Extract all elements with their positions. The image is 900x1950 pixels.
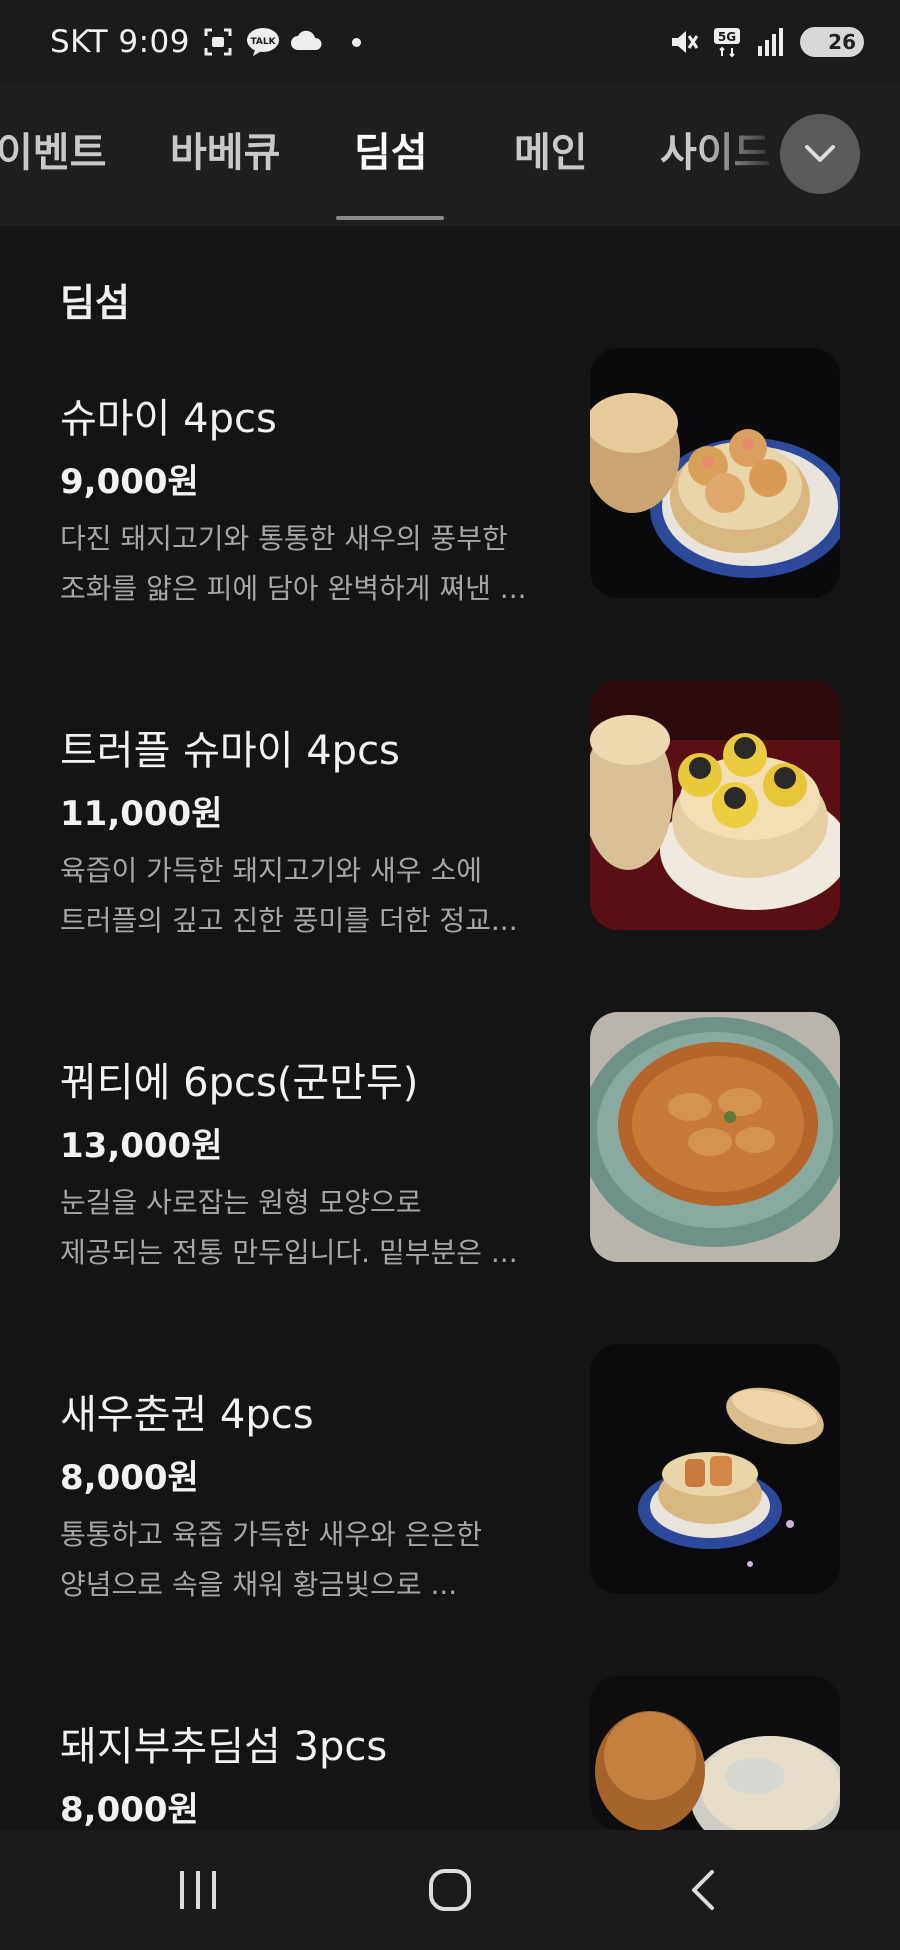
5g-icon: 5G [712, 26, 744, 58]
item-photo [590, 680, 840, 930]
home-button[interactable] [415, 1860, 485, 1920]
item-photo [590, 1676, 840, 1830]
tab-event[interactable]: 이벤트 [0, 120, 106, 178]
active-tab-indicator [336, 216, 444, 220]
cloud-icon [290, 26, 322, 58]
item-name: 새우춘권 4pcs [60, 1392, 314, 1438]
recent-apps-icon [180, 1871, 216, 1909]
item-description: 육즙이 가득한 돼지고기와 새우 소에 트러플의 깊고 진한 풍미를 더한 정교.… [60, 854, 518, 937]
section-title: 딤섬 [60, 281, 130, 325]
item-description: 다진 돼지고기와 통통한 새우의 풍부한 조화를 얇은 피에 담아 완벽하게 쪄낸… [60, 522, 527, 605]
item-name: 슈마이 4pcs [60, 396, 277, 442]
mute-icon [668, 26, 700, 58]
back-icon [692, 1870, 714, 1910]
dot-icon [352, 37, 362, 47]
item-price: 11,000원 [60, 794, 223, 834]
item-price: 8,000원 [60, 1790, 199, 1830]
svg-text:TALK: TALK [250, 37, 276, 47]
category-tab-bar: 이벤트 바베큐 딤섬 메인 사이드 [0, 86, 900, 226]
item-photo [590, 348, 840, 598]
battery-icon: 26 [800, 27, 864, 57]
signal-icon [756, 26, 788, 58]
item-name: 돼지부추딤섬 3pcs [60, 1724, 388, 1770]
item-photo [590, 1344, 840, 1594]
svg-text:5G: 5G [718, 30, 736, 44]
screenshot-icon [202, 26, 234, 58]
item-description: 눈길을 사로잡는 원형 모양으로 제공되는 전통 만두입니다. 밑부분은 ... [60, 1186, 518, 1269]
item-price: 13,000원 [60, 1126, 223, 1166]
item-price: 9,000원 [60, 462, 199, 502]
status-bar: SKT 9:09 TALK 5G 26 [0, 0, 900, 86]
item-name: 트러플 슈마이 4pcs [60, 728, 400, 774]
back-button[interactable] [668, 1860, 738, 1920]
item-price: 8,000원 [60, 1458, 199, 1498]
menu-item[interactable]: 꿔티에 6pcs(군만두) 13,000원 눈길을 사로잡는 원형 모양으로 제공… [0, 1012, 900, 1310]
item-photo [590, 1012, 840, 1262]
system-nav-bar [0, 1830, 900, 1950]
expand-categories-button[interactable] [780, 114, 860, 194]
item-description: 통통하고 육즙 가득한 새우와 은은한 양념으로 속을 채워 황금빛으로 ... [60, 1518, 483, 1601]
chevron-down-icon [805, 145, 835, 162]
menu-item[interactable]: 슈마이 4pcs 9,000원 다진 돼지고기와 통통한 새우의 풍부한 조화를 … [0, 348, 900, 646]
home-icon [429, 1869, 471, 1911]
recent-apps-button[interactable] [163, 1860, 233, 1920]
tab-bbq[interactable]: 바베큐 [170, 120, 280, 178]
menu-item[interactable]: 새우춘권 4pcs 8,000원 통통하고 육즙 가득한 새우와 은은한 양념으로… [0, 1344, 900, 1642]
carrier-time: SKT 9:09 [50, 24, 191, 60]
battery-level: 26 [828, 30, 856, 54]
kakaotalk-icon: TALK [246, 26, 280, 58]
tab-main[interactable]: 메인 [514, 120, 588, 178]
menu-item[interactable]: 트러플 슈마이 4pcs 11,000원 육즙이 가득한 돼지고기와 새우 소에… [0, 680, 900, 978]
tab-dimsum[interactable]: 딤섬 [354, 120, 428, 178]
item-name: 꿔티에 6pcs(군만두) [60, 1060, 419, 1106]
